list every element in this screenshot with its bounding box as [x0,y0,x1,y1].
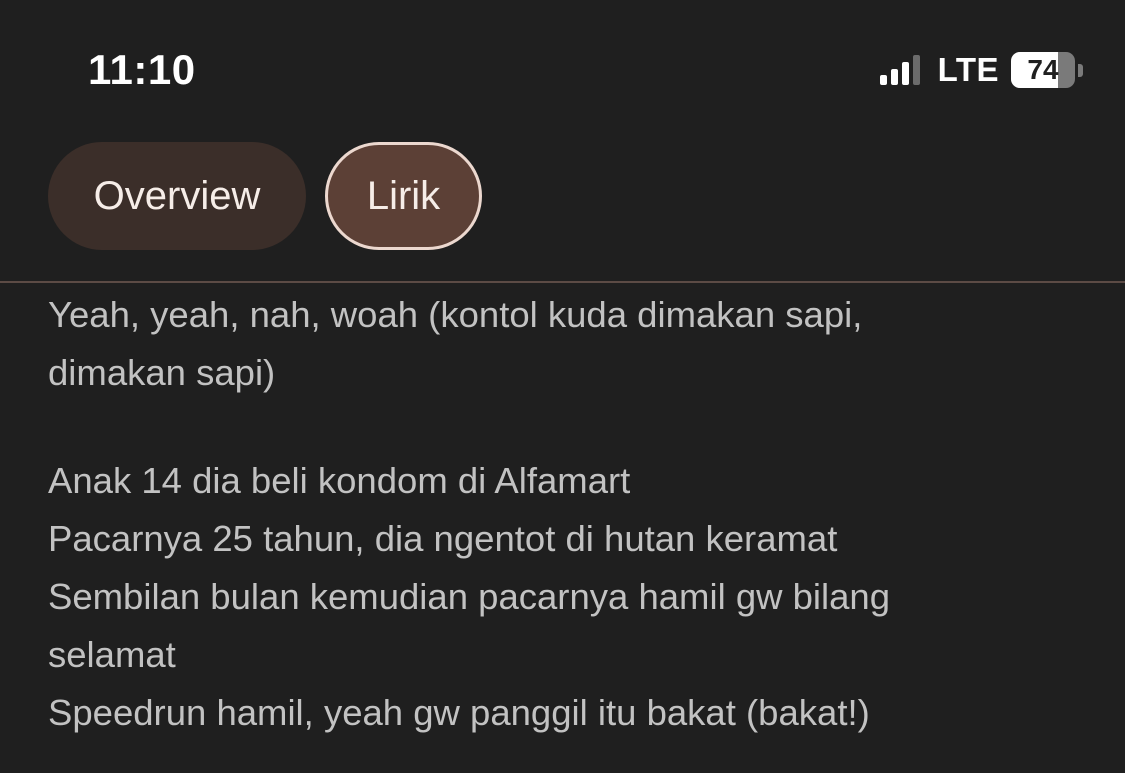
lyric-line: Speedrun hamil, yeah gw panggil itu baka… [48,692,870,733]
battery-icon: 74 [1011,52,1075,88]
lyric-line: selamat [48,634,176,675]
lyrics-screen: 11:10 LTE 74 Overview Lirik Yeah, yeah, … [0,0,1125,773]
network-type: LTE [937,51,999,88]
lyrics-stanza: Anak 14 dia beli kondom di Alfamart Paca… [48,452,1088,742]
lyric-line: dimakan sapi) [48,352,276,393]
lyrics-stanza: Yeah, yeah, nah, woah (kontol kuda dimak… [48,286,1088,402]
status-bar: 11:10 LTE 74 [0,0,1125,130]
status-indicators: LTE 74 [879,50,1083,90]
lyric-line: Anak 14 dia beli kondom di Alfamart [48,460,631,501]
battery-percent: 74 [1027,54,1059,85]
tab-lirik[interactable]: Lirik [325,142,482,250]
divider [0,281,1125,283]
tab-bar: Overview Lirik [48,142,482,250]
lyrics-content: Yeah, yeah, nah, woah (kontol kuda dimak… [48,286,1088,742]
battery-tip [1078,63,1083,77]
status-time: 11:10 [88,46,196,93]
lyric-line: Yeah, yeah, nah, woah (kontol kuda dimak… [48,294,863,335]
lyric-line: Pacarnya 25 tahun, dia ngentot di hutan … [48,518,838,559]
tab-overview[interactable]: Overview [48,142,306,250]
cellular-signal-icon [879,55,924,85]
lyric-line: Sembilan bulan kemudian pacarnya hamil g… [48,576,891,617]
